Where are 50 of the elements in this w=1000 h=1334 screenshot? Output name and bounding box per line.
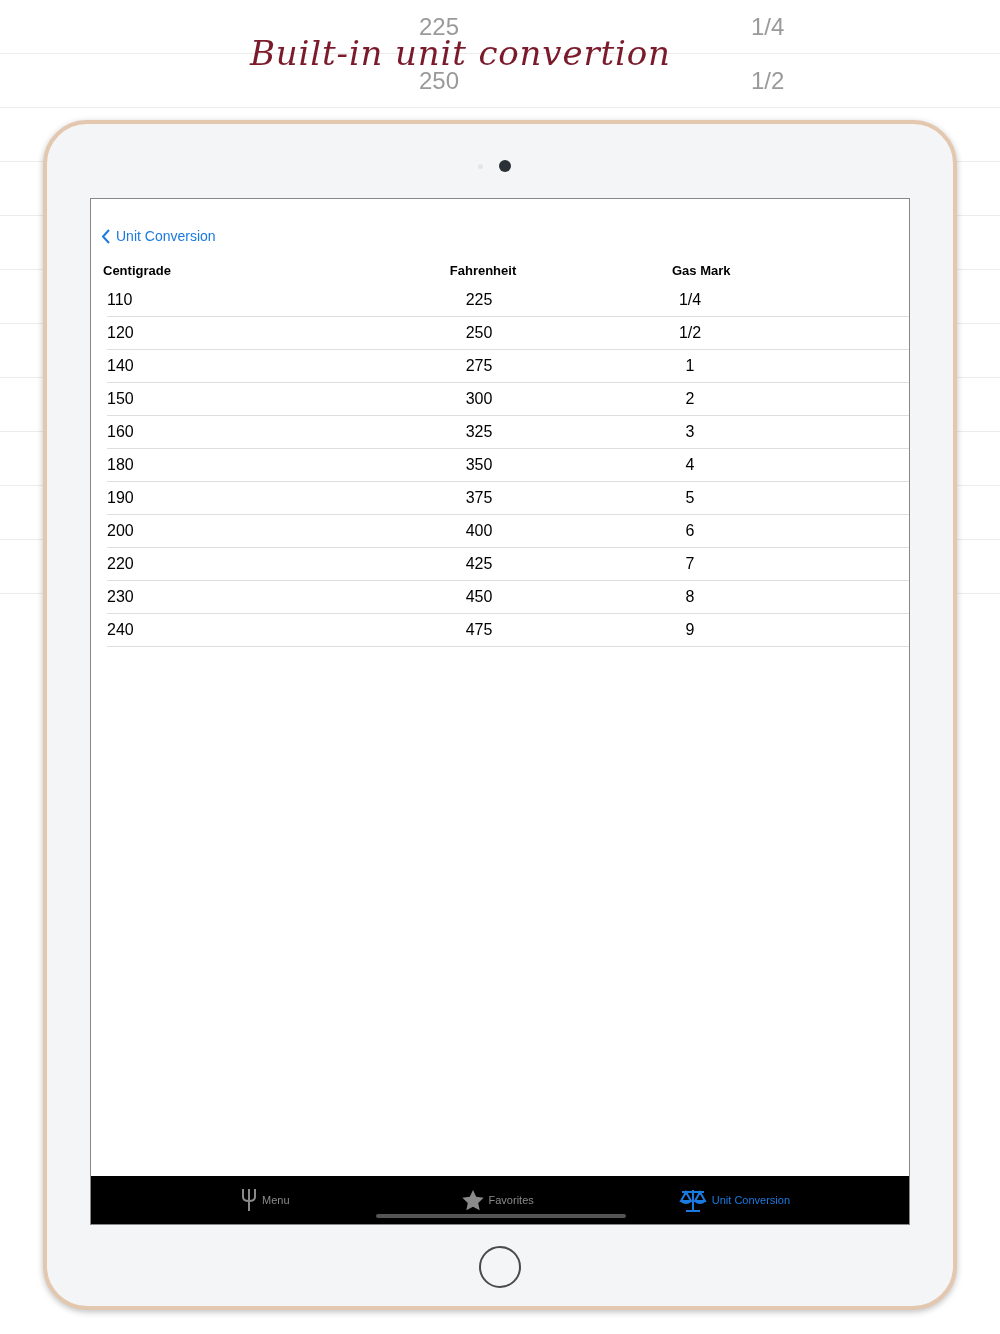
fork-icon bbox=[241, 1188, 257, 1212]
table-cell-text: 9 bbox=[684, 620, 696, 640]
table-cell-text: 400 bbox=[464, 521, 494, 541]
table-cell-text: 2 bbox=[684, 389, 696, 409]
home-button[interactable] bbox=[479, 1246, 521, 1288]
table-cell-text: 275 bbox=[464, 356, 494, 376]
table-cell-text: 220 bbox=[107, 554, 135, 574]
column-header: Fahrenheit bbox=[448, 262, 518, 281]
table-cell-text: 3 bbox=[684, 422, 696, 442]
table-cell-text: 225 bbox=[464, 290, 494, 310]
table-cell-text: 5 bbox=[684, 488, 696, 508]
table-cell-text: 250 bbox=[464, 323, 494, 343]
table-cell-text: 350 bbox=[464, 455, 494, 475]
table-cell-text: 190 bbox=[107, 488, 135, 508]
table-cell-text: 140 bbox=[107, 356, 135, 376]
table-cell-text: 180 bbox=[107, 455, 135, 475]
table-cell-text: 425 bbox=[464, 554, 494, 574]
table-cell-text: 110 bbox=[107, 290, 134, 310]
table-cell-text: 1/4 bbox=[677, 290, 703, 310]
tab[interactable]: Favorites bbox=[461, 1189, 534, 1211]
table-cell-text: 375 bbox=[464, 488, 494, 508]
table-cell-text: 4 bbox=[684, 455, 696, 475]
tab[interactable]: Unit Conversion bbox=[678, 1188, 791, 1212]
table-cell-text: 160 bbox=[107, 422, 135, 442]
table-cell-text: 240 bbox=[107, 620, 135, 640]
table-cell-text: 325 bbox=[464, 422, 494, 442]
tab[interactable]: Menu bbox=[241, 1188, 290, 1212]
back-link[interactable]: Unit Conversion bbox=[101, 226, 216, 247]
column-header: Centigrade bbox=[103, 262, 172, 281]
table-cell-text: 1/2 bbox=[677, 323, 703, 343]
table-cell-text: 300 bbox=[464, 389, 494, 409]
table-cell-text: 475 bbox=[464, 620, 494, 640]
table-cell-text: 450 bbox=[464, 587, 494, 607]
column-header: Gas Mark bbox=[672, 262, 732, 281]
balance-scale-icon bbox=[678, 1188, 707, 1212]
star-icon bbox=[461, 1189, 484, 1211]
table-cell-text: 230 bbox=[107, 587, 135, 607]
table-cell-text: 7 bbox=[684, 554, 696, 574]
table-cell-text: 8 bbox=[684, 587, 696, 607]
table-cell-text: 150 bbox=[107, 389, 135, 409]
table-cell-text: 1 bbox=[684, 356, 696, 376]
chevron-left-icon bbox=[101, 229, 110, 244]
background-value: 1/2 bbox=[751, 66, 785, 96]
table-cell-text: 200 bbox=[107, 521, 135, 541]
table-cell-text: 6 bbox=[684, 521, 696, 541]
table-cell-text: 120 bbox=[107, 323, 135, 343]
background-value: 250 bbox=[419, 66, 461, 96]
background-value: 1/4 bbox=[751, 12, 785, 42]
camera-lens bbox=[498, 160, 511, 172]
background-value: 225 bbox=[419, 12, 461, 40]
